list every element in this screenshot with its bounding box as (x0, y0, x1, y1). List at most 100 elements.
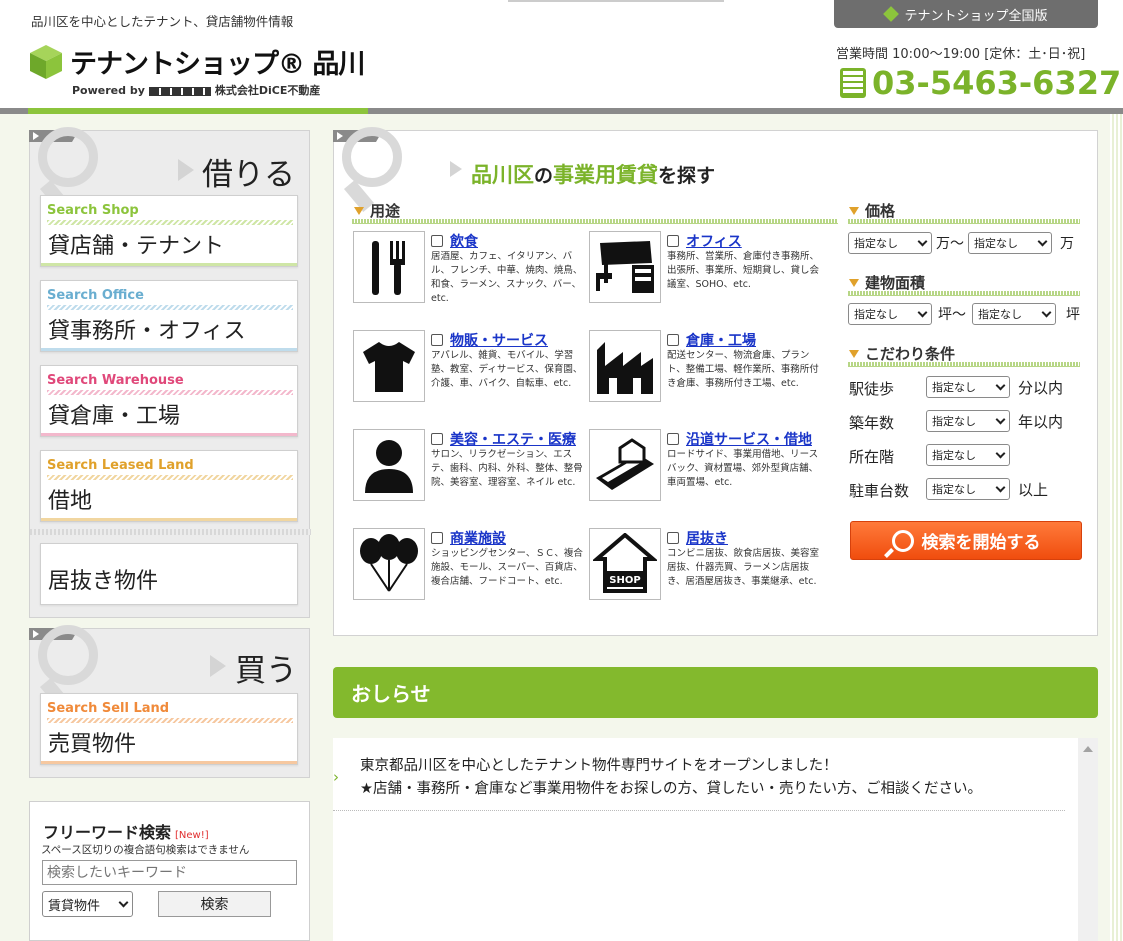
nav-card-rent-2[interactable]: Search Warehouse 貸倉庫・工場 (40, 365, 298, 437)
nav-card-bar (47, 475, 293, 480)
category-link[interactable]: 居抜き (667, 528, 728, 548)
category-option[interactable]: 商業施設 ショッピングセンター、ＳＣ、複合施設、モール、スーパー、百貨店、複合店舗… (353, 528, 589, 608)
dice-logo-icon (148, 86, 211, 96)
area-min-select[interactable]: 指定なし (848, 303, 932, 325)
category-description: アパレル、雑貨、モバイル、学習塾、教室、ディサービス、保育園、介護、車、バイク、… (431, 350, 583, 389)
category-checkbox[interactable] (667, 532, 679, 544)
heading-arrow-icon (178, 159, 194, 181)
inuki-link[interactable]: 居抜き物件 (40, 543, 298, 605)
category-checkbox[interactable] (431, 235, 443, 247)
chevron-down-icon (995, 380, 1006, 390)
phone-number[interactable]: 03-5463-6327 (840, 64, 1121, 102)
start-search-button[interactable]: 検索を開始する (850, 521, 1082, 560)
category-link[interactable]: 飲食 (431, 231, 478, 251)
news-list: › 東京都品川区を中心としたテナント物件専門サイトをオープンしました！ ★店舗・… (333, 738, 1098, 941)
condition-select[interactable]: 指定なし (926, 478, 1010, 500)
category-option[interactable]: 飲食 居酒屋、カフェ、イタリアン、バル、フレンチ、中華、焼肉、焼鳥、和食、ラーメン… (353, 231, 589, 311)
category-option[interactable]: 倉庫・工場 配送センター、物流倉庫、プラント、整備工場、軽作業所、事務所付き倉庫、… (589, 330, 825, 410)
news-heading: おしらせ (333, 667, 1098, 718)
usage-heading: 用途 (354, 200, 400, 221)
business-hours: 営業時間 10:00〜19:00 [定休：土･日･祝] (836, 47, 1086, 62)
freeword-search-button[interactable]: 検索 (158, 891, 271, 917)
person-icon (353, 429, 425, 501)
condition-select[interactable]: 指定なし (926, 376, 1010, 398)
cube-icon (883, 6, 900, 22)
category-description: サロン、リラクゼーション、エステ、歯科、内科、外科、整体、整骨院、美容室、理容室… (431, 449, 583, 488)
category-link[interactable]: 倉庫・工場 (667, 330, 756, 350)
header-rule-accent (28, 108, 368, 114)
category-link[interactable]: 商業施設 (431, 528, 506, 548)
category-option[interactable]: オフィス 事務所、営業所、倉庫付き事務所、出張所、事業所、短期貸し、貸し会議室、S… (589, 231, 825, 311)
category-link[interactable]: 物販・サービス (431, 330, 548, 350)
chevron-down-icon (995, 448, 1006, 458)
category-description: 居酒屋、カフェ、イタリアン、バル、フレンチ、中華、焼肉、焼鳥、和食、ラーメン、ス… (431, 251, 583, 304)
triangle-icon (354, 206, 364, 215)
category-checkbox[interactable] (431, 433, 443, 445)
category-description: コンビニ居抜、飲食店居抜、美容室居抜、什器売買、ラーメン店居抜き、居酒屋居抜き、… (667, 548, 820, 587)
nav-card-rent-1[interactable]: Search Office 貸事務所・オフィス (40, 280, 298, 352)
nav-card-sub: Search Office (47, 288, 144, 303)
category-link[interactable]: オフィス (667, 231, 742, 251)
heading-arrow-icon (210, 655, 226, 677)
rent-heading: 借りる (202, 157, 295, 193)
area-max-select[interactable]: 指定なし (972, 303, 1056, 325)
price-max-select[interactable]: 指定なし (968, 232, 1052, 254)
freeword-input[interactable] (42, 860, 297, 885)
chevron-down-icon (1037, 236, 1048, 246)
condition-suffix: 以上 (1018, 481, 1049, 499)
inuki-label: 居抜き物件 (48, 569, 159, 594)
magnifier-icon (38, 625, 98, 685)
news-line: ★店舗・事務所・倉庫など事業用物件をお探しの方、貸したい・売りたい方、ご相談くだ… (360, 781, 982, 797)
category-link[interactable]: 沿道サービス・借地 (667, 429, 812, 449)
category-checkbox[interactable] (431, 532, 443, 544)
nav-card-label: 売買物件 (48, 732, 137, 757)
phone-icon (840, 68, 866, 98)
nav-card-accent (41, 761, 297, 764)
factory-icon (589, 330, 661, 402)
site-logo[interactable]: テナントショップ® 品川 Powered by 株式会社DiCE不動産 (28, 42, 370, 98)
condition-select[interactable]: 指定なし (926, 444, 1010, 466)
buy-heading: 買う (235, 653, 297, 689)
nav-card-accent (41, 263, 297, 266)
nav-card-buy-0[interactable]: Search Sell Land 売買物件 (40, 693, 298, 765)
category-option[interactable]: 物販・サービス アパレル、雑貨、モバイル、学習塾、教室、ディサービス、保育園、介護… (353, 330, 589, 410)
category-checkbox[interactable] (667, 334, 679, 346)
freeword-note: スペース区切りの複合語句検索はできません (41, 844, 250, 856)
category-option[interactable]: SHOP 居抜き コンビニ居抜、飲食店居抜、美容室居抜、什器売買、ラーメン店居抜き、… (589, 528, 825, 608)
category-checkbox[interactable] (431, 334, 443, 346)
condition-suffix: 分以内 (1018, 379, 1064, 397)
nav-card-rent-3[interactable]: Search Leased Land 借地 (40, 450, 298, 522)
nav-card-rent-0[interactable]: Search Shop 貸店舗・テナント (40, 195, 298, 267)
svg-text:SHOP: SHOP (609, 575, 640, 586)
nav-card-label: 貸店舗・テナント (48, 234, 225, 259)
nav-card-label: 貸倉庫・工場 (48, 404, 181, 429)
category-checkbox[interactable] (667, 235, 679, 247)
nav-card-bar (47, 220, 293, 225)
nav-card-sub: Search Warehouse (47, 373, 184, 388)
freeword-search: フリーワード検索[New!] スペース区切りの複合語句検索はできません 賃貸物件… (29, 801, 310, 941)
category-option[interactable]: 美容・エステ・医療 サロン、リラクゼーション、エステ、歯科、内科、外科、整体、整骨… (353, 429, 589, 509)
price-min-select[interactable]: 指定なし (848, 232, 932, 254)
area-heading: 建物面積 (849, 272, 925, 293)
chevron-down-icon (1041, 307, 1052, 317)
condition-select[interactable]: 指定なし (926, 410, 1010, 432)
nav-card-accent (41, 518, 297, 521)
category-checkbox[interactable] (667, 433, 679, 445)
chevron-down-icon (995, 482, 1006, 492)
category-option[interactable]: 沿道サービス・借地 ロードサイド、事業用借地、リースバック、資材置場、郊外型貨店舗… (589, 429, 825, 509)
triangle-icon (849, 349, 859, 358)
price-heading: 価格 (849, 200, 895, 221)
page: 品川区を中心としたテナント、貸店舗物件情報 テナントショップ® 品川 Power… (0, 0, 1123, 941)
category-link[interactable]: 美容・エステ・医療 (431, 429, 576, 449)
chevron-down-icon (995, 414, 1006, 424)
nav-card-sub: Search Leased Land (47, 458, 194, 473)
freeword-type-select[interactable]: 賃貸物件 (42, 891, 133, 917)
nav-card-bar (47, 390, 293, 395)
heading-arrow-icon (450, 161, 462, 177)
news-scrollbar[interactable] (1078, 738, 1098, 941)
fork-knife-icon (353, 231, 425, 303)
condition-label: 駐車台数 (849, 482, 910, 500)
office-desk-icon (589, 231, 661, 303)
national-version-tab[interactable]: テナントショップ全国版 (834, 0, 1098, 28)
condition-label: 築年数 (849, 414, 895, 432)
